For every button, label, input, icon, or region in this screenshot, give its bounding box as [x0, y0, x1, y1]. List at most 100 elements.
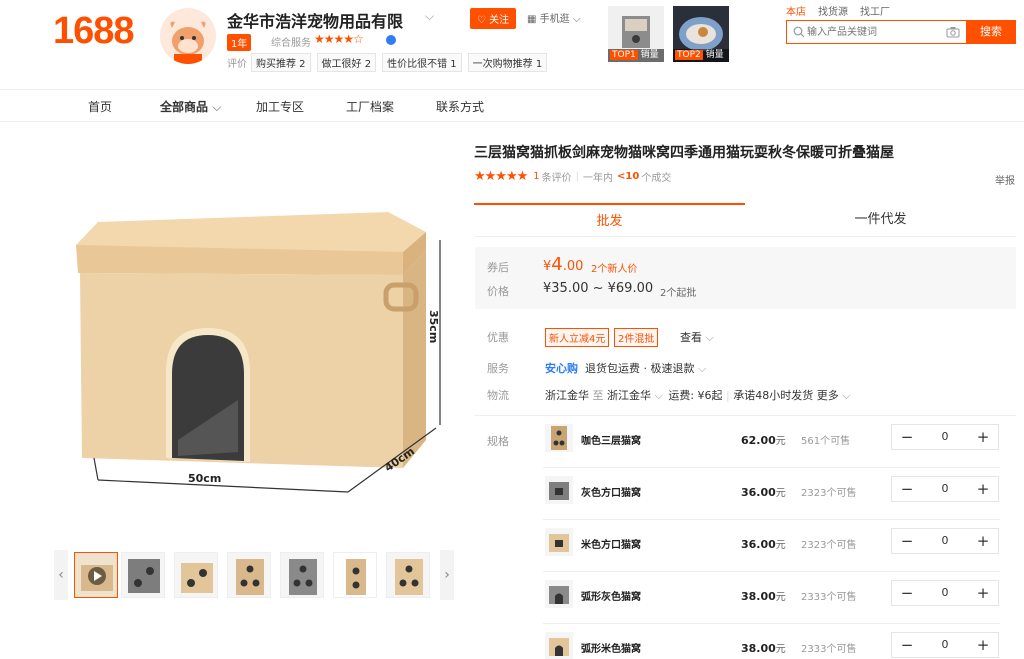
sku-row: 灰色方口猫窝 36.00元 2323个可售 − 0 +: [543, 468, 1000, 520]
thumb-next-button[interactable]: ›: [440, 550, 454, 600]
product-title: 三层猫窝猫抓板剑麻宠物猫咪窝四季通用猫玩耍秋冬保暖可折叠猫屋: [474, 145, 894, 161]
quantity-input[interactable]: 0: [922, 425, 968, 449]
promo-more[interactable]: 查看 ⌵: [680, 329, 714, 345]
thumbnail-image[interactable]: [280, 552, 324, 598]
quantity-input[interactable]: 0: [922, 477, 968, 501]
sku-thumbnail[interactable]: [545, 528, 573, 556]
decrement-button[interactable]: −: [892, 425, 922, 449]
logistics-route[interactable]: 浙江金华 至 浙江金华 ⌵ 运费: ¥6起 | 承诺48小时发货 更多 ⌵: [545, 387, 851, 403]
decrement-button[interactable]: −: [892, 633, 922, 657]
quantity-stepper: − 0 +: [891, 632, 999, 658]
eval-tags: 购买推荐 2 做工很好 2 性价比很不错 1 一次购物推荐 1: [251, 53, 548, 72]
sku-thumbnail[interactable]: [545, 476, 573, 504]
search-box: [786, 20, 968, 44]
sku-price: 62.00元: [741, 434, 786, 447]
price-range: ¥35.00 ~ ¥69.00: [543, 281, 654, 296]
after-coupon-price: ¥4.00: [543, 254, 584, 275]
quantity-input[interactable]: 0: [922, 581, 968, 605]
deal-count: <10: [617, 171, 640, 182]
width-dim-label: 50cm: [188, 472, 221, 485]
quantity-input[interactable]: 0: [922, 529, 968, 553]
top-product-2[interactable]: TOP2 销量: [673, 6, 729, 62]
thumbnail-image[interactable]: [333, 552, 377, 598]
service-text[interactable]: 退货包运费 · 极速退款 ⌵: [585, 360, 706, 376]
eval-tag[interactable]: 性价比很不错 1: [382, 53, 462, 72]
verified-icon: [386, 35, 396, 45]
sku-thumbnail[interactable]: [545, 580, 573, 608]
coupon-badge[interactable]: 2件混批: [614, 328, 659, 347]
camera-icon[interactable]: [946, 26, 960, 38]
eval-tag[interactable]: 一次购物推荐 1: [467, 53, 548, 72]
deal-period: 一年内: [583, 173, 614, 184]
decrement-button[interactable]: −: [892, 529, 922, 553]
nav-home[interactable]: 首页: [88, 98, 112, 115]
sku-stock: 561个可售: [801, 436, 851, 447]
spec-label: 规格: [487, 435, 509, 448]
increment-button[interactable]: +: [968, 633, 998, 657]
eval-tag[interactable]: 做工很好 2: [316, 53, 377, 72]
coupon-badge[interactable]: 新人立减4元: [545, 328, 610, 347]
review-count[interactable]: 1: [533, 171, 539, 182]
search-input[interactable]: [807, 21, 947, 43]
mobile-link[interactable]: ▦ 手机逛 ⌵: [527, 10, 580, 25]
chevron-down-icon[interactable]: ⌵: [425, 9, 434, 24]
quantity-stepper: − 0 +: [891, 528, 999, 554]
increment-button[interactable]: +: [968, 529, 998, 553]
promo-label: 优惠: [487, 331, 509, 344]
qr-icon: ▦: [527, 14, 537, 25]
review-label[interactable]: 条评价: [542, 169, 572, 184]
increment-button[interactable]: +: [968, 477, 998, 501]
after-coupon-label: 券后: [487, 261, 509, 274]
thumbnail-image[interactable]: [227, 552, 271, 598]
increment-button[interactable]: +: [968, 581, 998, 605]
tab-dropship[interactable]: 一件代发: [745, 203, 1016, 237]
search-button[interactable]: 搜索: [966, 20, 1016, 44]
thumbnail-image[interactable]: [174, 552, 218, 598]
site-logo[interactable]: 1688: [53, 10, 135, 53]
top-product-1[interactable]: TOP1 销量: [608, 6, 664, 62]
increment-button[interactable]: +: [968, 425, 998, 449]
height-dim-label: 35cm: [427, 310, 440, 343]
thumbnail-image[interactable]: [386, 552, 430, 598]
sku-price: 38.00元: [741, 590, 786, 603]
thumbnail-video[interactable]: [74, 552, 118, 598]
sku-stock: 2333个可售: [801, 644, 857, 655]
tab-wholesale[interactable]: 批发: [474, 203, 745, 237]
nav-factory[interactable]: 工厂档案: [346, 98, 394, 115]
decrement-button[interactable]: −: [892, 477, 922, 501]
chevron-down-icon: ⌵: [842, 389, 851, 402]
report-link[interactable]: 举报: [995, 172, 1015, 187]
thumb-prev-button[interactable]: ‹: [54, 550, 68, 600]
follow-label: 关注: [489, 15, 510, 26]
decrement-button[interactable]: −: [892, 581, 922, 605]
follow-button[interactable]: ♡ 关注: [470, 8, 517, 29]
rating-row: ★★★★★ 1 条评价 | 一年内 <10 个成交: [474, 169, 671, 184]
nav-contact[interactable]: 联系方式: [436, 98, 484, 115]
eval-label: 评价: [227, 59, 247, 70]
shop-avatar[interactable]: [160, 8, 216, 64]
shop-name[interactable]: 金华市浩洋宠物用品有限: [227, 8, 403, 32]
nav-all-products[interactable]: 全部商品 ⌵: [160, 98, 221, 115]
sku-thumbnail[interactable]: [545, 424, 573, 452]
nav-processing[interactable]: 加工专区: [256, 98, 304, 115]
search-icon: [793, 26, 805, 38]
quantity-input[interactable]: 0: [922, 633, 968, 657]
quantity-stepper: − 0 +: [891, 580, 999, 606]
chevron-down-icon: ⌵: [572, 14, 581, 25]
eval-tag[interactable]: 购买推荐 2: [251, 53, 311, 72]
year-badge: 1年: [227, 34, 252, 51]
deal-label: 个成交: [641, 173, 672, 184]
divider: |: [575, 171, 580, 182]
min-order: 2个起批: [660, 288, 697, 299]
main-product-image[interactable]: 50cm 40cm 35cm: [58, 140, 454, 530]
chevron-down-icon: ⌵: [705, 331, 714, 344]
search-tab-source[interactable]: 找货源: [818, 3, 848, 18]
chevron-down-icon: ⌵: [698, 362, 707, 375]
thumbnail-image[interactable]: [121, 552, 165, 598]
search-tab-factory[interactable]: 找工厂: [860, 3, 890, 18]
purchase-mode-tabs: 批发 一件代发: [474, 203, 1016, 237]
sku-price: 38.00元: [741, 642, 786, 655]
sku-thumbnail[interactable]: [545, 632, 573, 659]
search-tab-shop[interactable]: 本店: [786, 3, 806, 18]
sku-price: 36.00元: [741, 538, 786, 551]
